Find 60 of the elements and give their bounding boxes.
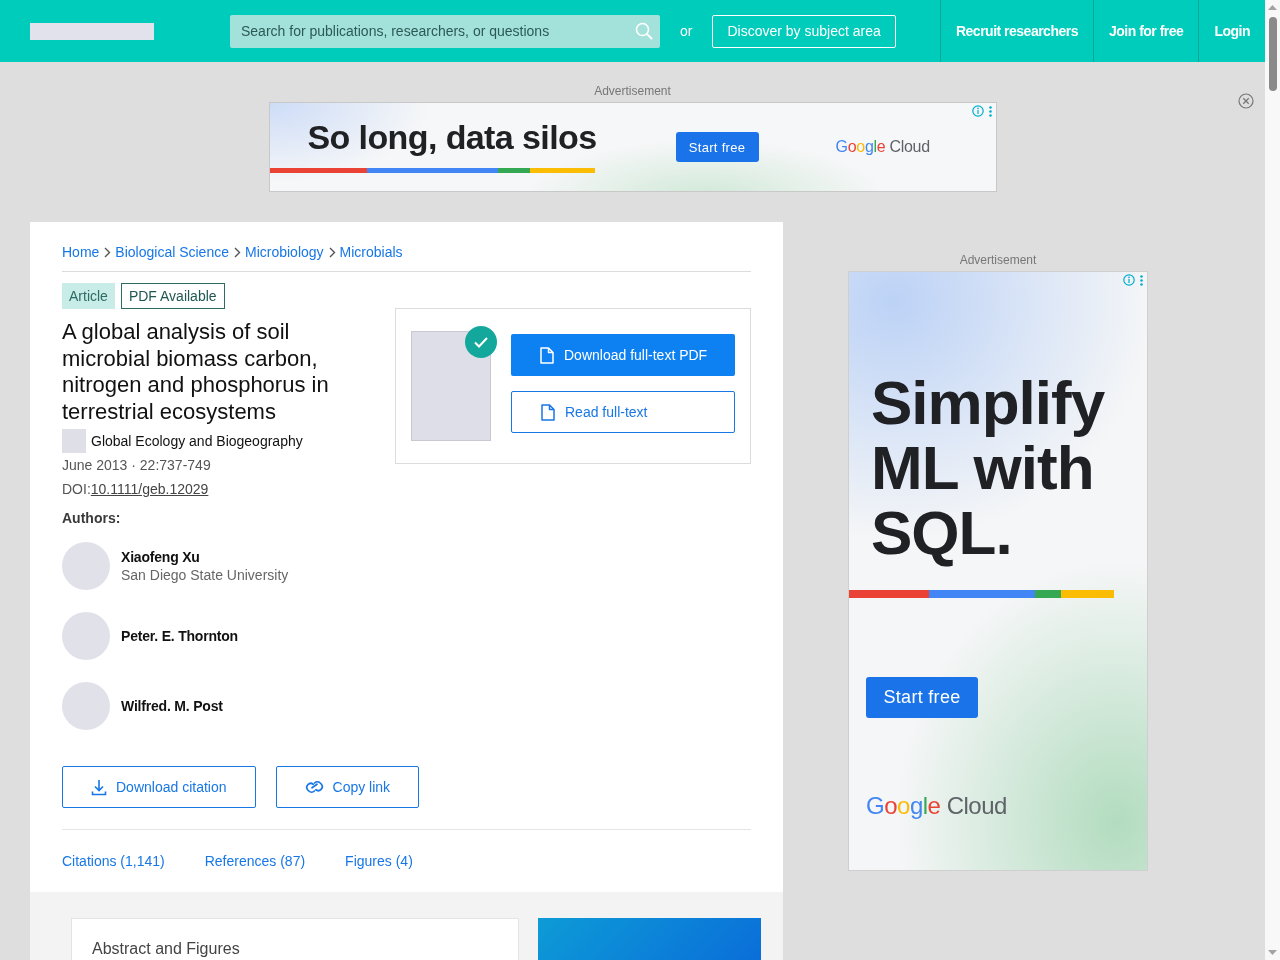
chevron-right-icon [234,246,241,258]
author-name[interactable]: Peter. E. Thornton [121,628,238,644]
read-fulltext-button[interactable]: Read full-text [511,391,735,433]
checkmark-icon [465,326,497,358]
close-icon[interactable] [1238,93,1254,109]
search-field[interactable]: Search for publications, researchers, or questions [230,14,660,48]
section-tab[interactable]: Figures (4) [345,853,413,873]
download-citation-button[interactable]: Download citation [62,766,256,808]
ad-banner[interactable]: So long, data silos Start free Google Cloud [268,102,997,192]
copy-link-button[interactable]: Copy link [275,766,420,808]
document-icon [541,403,555,421]
download-pdf-button[interactable]: Download full-text PDF [511,334,735,376]
avatar-placeholder [62,682,110,730]
separator-text: or [680,23,693,39]
article-title: A global analysis of soil microbial biomass carbon, nitrogen and phosphorus in terrestrial ecosystems [62,319,330,425]
ad-headline: Simplify ML with SQL. [871,370,1106,565]
author-affiliation: San Diego State University [121,567,289,583]
ad-cta-button[interactable]: Start free [866,677,978,718]
ad-label: Advertisement [594,84,671,98]
ad-banner[interactable]: Simplify ML with SQL. Start free Google Cloud [848,271,1148,871]
ad-headline: So long, data silos [307,117,597,157]
ad-label: Advertisement [959,253,1037,267]
ad-logo: Google Cloud [835,138,930,156]
type-badge: PDF Available [120,283,225,309]
breadcrumb-link[interactable]: Microbials [339,244,403,260]
scroll-up-arrow-icon[interactable] [1268,5,1277,10]
breadcrumb-link[interactable]: Biological Science [115,244,229,260]
section-heading: Abstract and Figures [92,940,240,958]
download-icon [91,778,107,796]
author-name[interactable]: Wilfred. M. Post [121,698,223,714]
scroll-down-arrow-icon[interactable] [1268,950,1277,955]
breadcrumb-link[interactable]: Microbiology [245,244,324,260]
more-vertical-icon[interactable] [1140,274,1143,286]
info-icon[interactable] [1123,274,1135,286]
ad-logo: Google Cloud [866,792,1007,820]
type-badge: Article [62,283,115,309]
more-vertical-icon[interactable] [988,105,992,117]
link-icon [304,780,324,794]
publication-date: June 2013 · 22:737-749 [62,457,211,473]
avatar-placeholder [62,542,110,590]
journal-name[interactable]: Global Ecology and Biogeography [91,433,303,449]
chevron-right-icon [104,246,112,258]
chevron-right-icon [328,246,336,258]
section-tab[interactable]: References (87) [204,853,306,873]
scrollbar-thumb[interactable] [1268,17,1277,91]
doi-link[interactable]: 10.1111/geb.12029 [90,481,209,497]
author-name[interactable]: Xiaofeng Xu [121,549,200,565]
authors-label: Authors: [62,510,121,526]
avatar-placeholder [62,612,110,660]
ad-cta-button[interactable]: Start free [675,132,759,162]
document-download-icon [540,346,554,364]
scrollbar[interactable] [1265,0,1280,960]
search-icon[interactable] [635,21,653,40]
logo-placeholder[interactable] [30,22,154,40]
pdf-thumbnail[interactable] [411,331,491,441]
section-tab[interactable]: Citations (1,141) [62,853,165,873]
journal-thumbnail [62,429,86,453]
breadcrumb-link[interactable]: Home [62,244,100,260]
doi-label: DOI: [62,481,91,497]
info-icon[interactable] [971,105,984,117]
